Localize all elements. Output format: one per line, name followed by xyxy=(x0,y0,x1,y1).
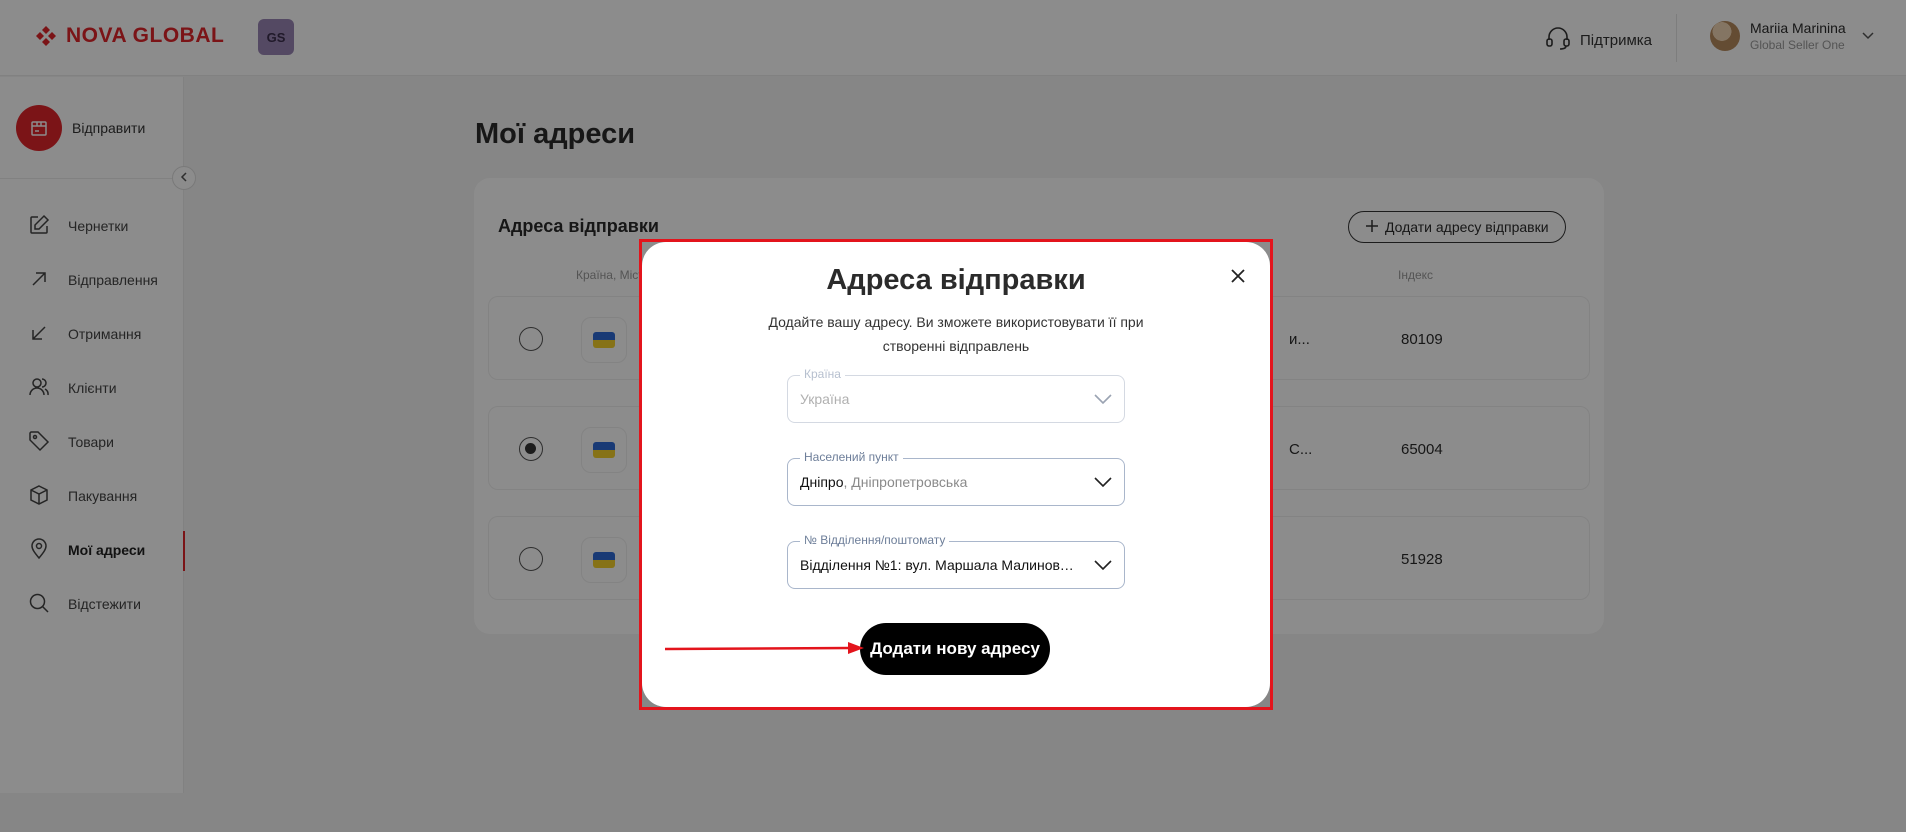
close-icon[interactable] xyxy=(1228,266,1248,286)
branch-select[interactable]: № Відділення/поштомату Відділення №1: ву… xyxy=(787,533,1125,589)
chevron-down-icon xyxy=(1094,392,1112,410)
modal-title: Адреса відправки xyxy=(826,264,1086,296)
city-name: Дніпро xyxy=(800,474,844,490)
country-label: Країна xyxy=(800,367,845,381)
chevron-down-icon xyxy=(1094,475,1112,493)
add-new-address-button[interactable]: Додати нову адресу xyxy=(860,623,1050,675)
city-value: Дніпро, Дніпропетровська xyxy=(800,474,1080,490)
branch-label: № Відділення/поштомату xyxy=(800,533,950,547)
city-region: , Дніпропетровська xyxy=(843,474,968,490)
city-label: Населений пункт xyxy=(800,450,903,464)
annotation-arrow-icon xyxy=(664,640,866,661)
add-address-modal: Адреса відправки Додайте вашу адресу. Ви… xyxy=(642,242,1270,707)
modal-description: Додайте вашу адресу. Ви зможете використ… xyxy=(768,314,1144,354)
chevron-down-icon xyxy=(1094,558,1112,576)
branch-value: Відділення №1: вул. Маршала Малиновськог… xyxy=(800,557,1080,573)
country-select[interactable]: Країна Україна xyxy=(787,367,1125,423)
country-value: Україна xyxy=(800,391,850,407)
city-select[interactable]: Населений пункт Дніпро, Дніпропетровська xyxy=(787,450,1125,506)
